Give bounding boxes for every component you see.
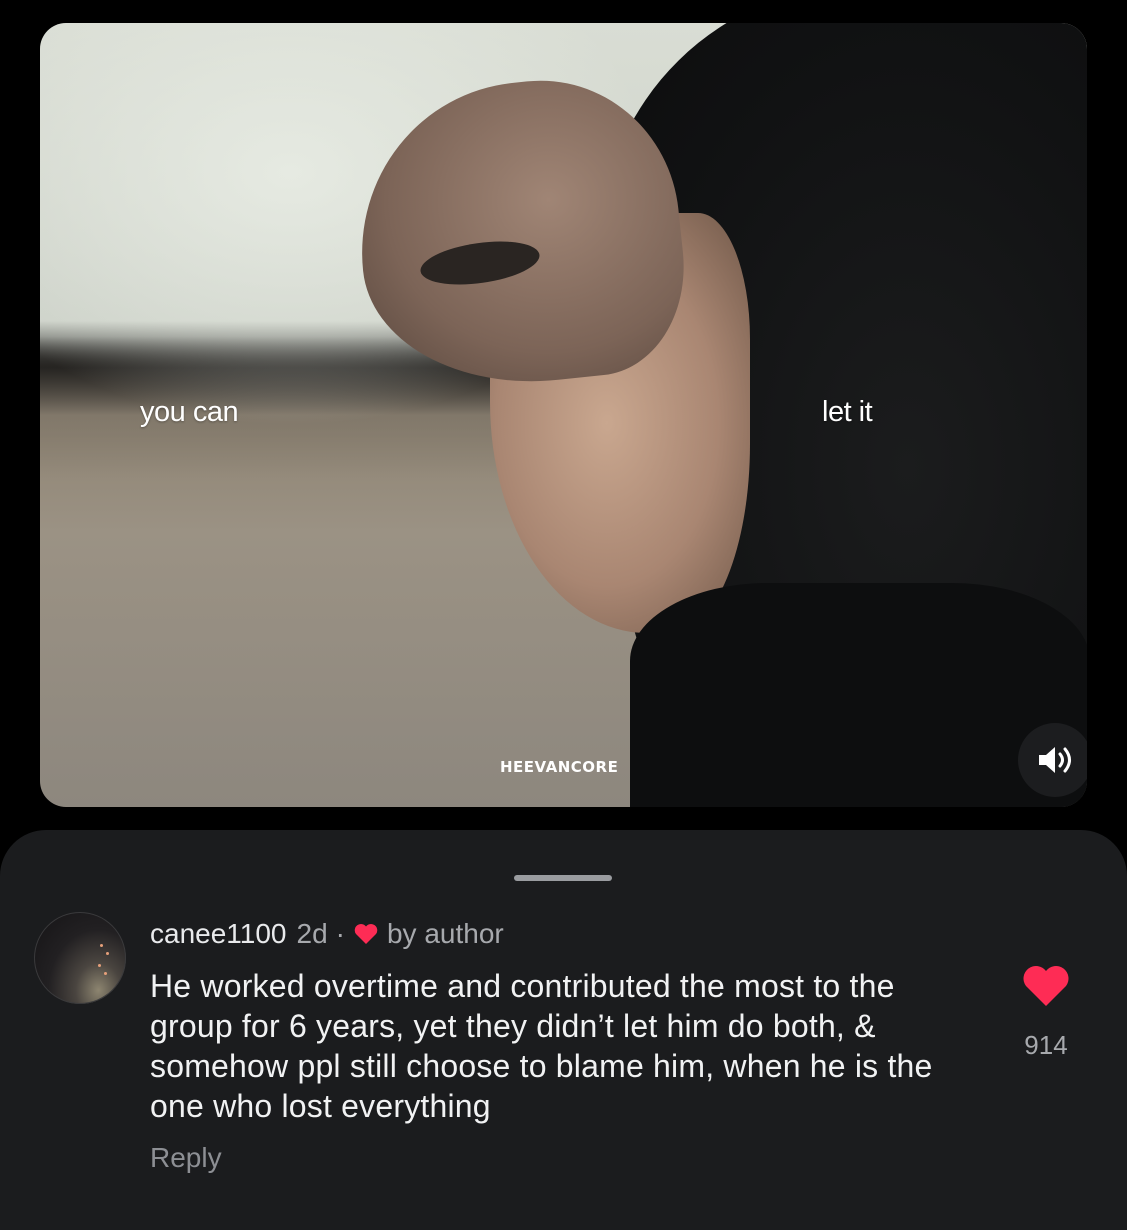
video-subject-collar	[630, 583, 1087, 807]
speaker-volume-icon	[1039, 747, 1071, 773]
comment-text: He worked overtime and contributed the m…	[150, 968, 933, 1124]
sheet-drag-handle[interactable]	[514, 875, 612, 881]
avatar[interactable]	[34, 912, 126, 1004]
author-liked-heart-icon	[353, 922, 379, 946]
video-caption-right: let it	[822, 396, 873, 428]
video-watermark: HEEVANCORE	[500, 758, 619, 776]
comment-username[interactable]: canee1100	[150, 918, 287, 950]
video-player[interactable]: you can let it HEEVANCORE	[40, 23, 1087, 807]
like-count: 914	[1024, 1030, 1068, 1060]
comment-age: 2d	[296, 918, 328, 949]
heart-icon	[1023, 966, 1069, 1006]
comment-like-button[interactable]: 914	[1010, 964, 1082, 1061]
sound-toggle-button[interactable]	[1018, 723, 1087, 797]
meta-separator: ·	[335, 918, 345, 949]
reply-button[interactable]: Reply	[150, 1142, 222, 1174]
author-badge: by author	[386, 918, 504, 949]
comments-sheet: canee1100 2d · by author He worked overt…	[0, 830, 1127, 1230]
comment-meta: canee1100 2d · by author	[150, 918, 504, 950]
video-caption-left: you can	[140, 396, 239, 428]
